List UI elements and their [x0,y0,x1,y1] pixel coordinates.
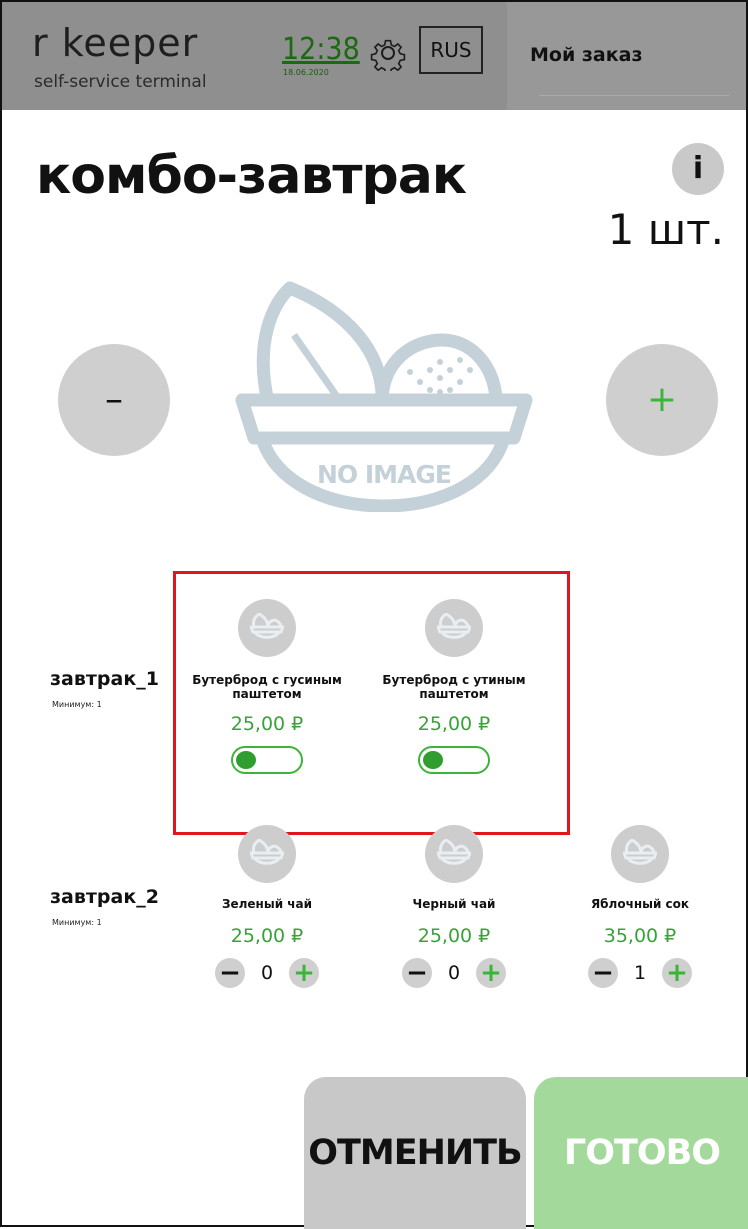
clock-date: 18.06.2020 [283,68,329,77]
header-bar: r keeper self-service terminal 12:38 18.… [2,2,746,110]
item-name: Черный чай [412,897,496,911]
stepper-minus-button[interactable]: − [402,958,432,988]
toggle-knob [423,751,443,769]
option-item[interactable]: Черный чай 25,00 ₽ − 0 + [359,825,549,988]
item-price: 25,00 ₽ [417,925,491,947]
toggle-knob [236,751,256,769]
stepper-plus-button[interactable]: + [289,958,319,988]
product-title: комбо-завтрак [36,146,467,206]
option-item[interactable]: Бутерброд с утиным паштетом 25,00 ₽ [359,599,549,774]
language-button[interactable]: RUS [419,26,483,74]
logo-text: r keeper [32,21,199,65]
info-button[interactable]: i [672,143,724,195]
toggle-switch[interactable] [231,746,303,774]
dish-icon [611,825,669,883]
dish-icon [238,599,296,657]
dish-icon [238,825,296,883]
increase-quantity-button[interactable]: + [606,344,718,456]
gear-icon[interactable] [370,35,406,75]
quantity-stepper: − 1 + [545,958,735,988]
no-image-text: NO IMAGE [317,460,451,489]
stepper-plus-button[interactable]: + [662,958,692,988]
option-item[interactable]: Бутерброд с гусиным паштетом 25,00 ₽ [172,599,362,774]
dish-icon [425,599,483,657]
group-minimum: Минимум: 1 [52,700,102,709]
toggle-switch[interactable] [418,746,490,774]
group-name-breakfast-2: завтрак_2 [50,886,159,908]
item-price: 25,00 ₽ [417,713,491,735]
quantity-stepper: − 0 + [359,958,549,988]
stepper-value: 1 [633,962,647,984]
done-button[interactable]: ГОТОВО [534,1077,748,1229]
stepper-minus-button[interactable]: − [588,958,618,988]
quantity-stepper: − 0 + [172,958,362,988]
item-price: 25,00 ₽ [230,713,304,735]
no-image-placeholder: NO IMAGE [234,280,534,513]
stepper-plus-button[interactable]: + [476,958,506,988]
divider [539,95,729,96]
decrease-quantity-button[interactable]: – [58,344,170,456]
my-order-title[interactable]: Мой заказ [530,46,643,65]
item-name: Яблочный сок [590,897,690,911]
dish-icon [425,825,483,883]
cancel-button[interactable]: ОТМЕНИТЬ [304,1077,526,1229]
group-name-breakfast-1: завтрак_1 [50,668,159,690]
group-minimum: Минимум: 1 [52,918,102,927]
item-name: Бутерброд с утиным паштетом [382,673,526,701]
product-quantity: 1 шт. [607,205,724,254]
logo-subtitle: self-service terminal [34,72,207,92]
option-item[interactable]: Зеленый чай 25,00 ₽ − 0 + [172,825,362,988]
clock-time: 12:38 [282,32,360,67]
stepper-value: 0 [260,962,274,984]
item-price: 35,00 ₽ [603,925,677,947]
item-name: Зеленый чай [221,897,313,911]
stepper-minus-button[interactable]: − [215,958,245,988]
option-item[interactable]: Яблочный сок 35,00 ₽ − 1 + [545,825,735,988]
stepper-value: 0 [447,962,461,984]
item-name: Бутерброд с гусиным паштетом [192,673,342,701]
item-price: 25,00 ₽ [230,925,304,947]
